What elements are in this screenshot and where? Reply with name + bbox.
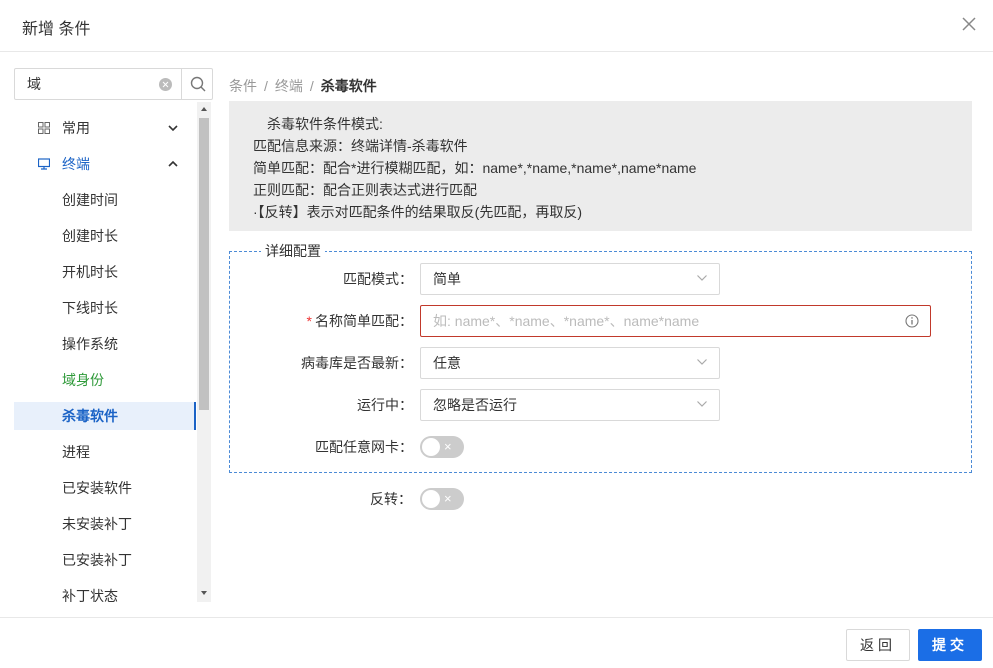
tree-group-label: 终端 [62, 156, 90, 172]
toggle-off-mark: × [444, 439, 452, 454]
tree-item-domain-identity[interactable]: 域身份 [14, 366, 196, 394]
match-mode-select[interactable]: 简单 [420, 263, 720, 295]
tree-item-installed-patches[interactable]: 已安装补丁 [14, 546, 196, 574]
info-line: 正则匹配：配合正则表达式进行匹配 [253, 182, 477, 198]
info-line: 简单匹配：配合*进行模糊匹配，如：name*,*name,*name*,name… [253, 160, 697, 176]
scroll-down-arrow-icon[interactable] [201, 591, 207, 595]
tree-item-missing-patches[interactable]: 未安装补丁 [14, 510, 196, 538]
close-icon[interactable] [959, 14, 979, 34]
condition-info-panel: 杀毒软件条件模式: 匹配信息来源：终端详情-杀毒软件 简单匹配：配合*进行模糊匹… [229, 101, 972, 231]
clear-search-icon[interactable] [159, 78, 172, 91]
search-icon [190, 76, 206, 92]
any-nic-label: 匹配任意网卡： [315, 439, 413, 455]
tree-group-terminal[interactable]: 终端 [14, 150, 196, 178]
name-match-input[interactable] [420, 305, 931, 337]
name-match-label: * 名称简单匹配： [233, 305, 413, 337]
tree-item-create-duration[interactable]: 创建时长 [14, 222, 196, 250]
breadcrumb-item[interactable]: 终端 [275, 78, 303, 94]
breadcrumb-current: 杀毒软件 [320, 78, 377, 94]
dialog-header: 新增 条件 [0, 0, 993, 52]
virus-db-label: 病毒库是否最新： [301, 355, 413, 371]
tree-search-box [14, 68, 213, 100]
tree-item-antivirus[interactable]: 杀毒软件 [14, 402, 196, 430]
breadcrumb-separator: / [264, 78, 268, 94]
match-mode-label: 匹配模式： [343, 271, 413, 287]
chevron-up-icon [168, 160, 178, 167]
name-match-label-text: 名称简单匹配： [315, 313, 413, 329]
dialog-footer: 返回 提交 [0, 617, 993, 668]
tree-item-process[interactable]: 进程 [14, 438, 196, 466]
chevron-down-icon [697, 401, 707, 407]
breadcrumb-separator: / [309, 78, 314, 94]
match-mode-value: 简单 [433, 271, 461, 287]
scroll-thumb[interactable] [199, 118, 209, 410]
info-line: 杀毒软件条件模式: [267, 116, 383, 132]
toggle-knob [422, 490, 440, 508]
virus-db-select[interactable]: 任意 [420, 347, 720, 379]
add-condition-dialog: 新增 条件 常用 [0, 0, 993, 668]
tree-item-installed-software[interactable]: 已安装软件 [14, 474, 196, 502]
grid-icon [38, 122, 50, 134]
breadcrumb: 条件 / 终端 / 杀毒软件 [229, 76, 377, 96]
search-button[interactable] [181, 69, 213, 99]
detail-config-fieldset: 详细配置 匹配模式： 简单 *名称简单匹配： 病毒库是否最新： 任意 运行中： … [229, 243, 972, 473]
info-line: ·【反转】表示对匹配条件的结果取反(先匹配，再取反) [253, 204, 582, 220]
info-icon[interactable] [905, 314, 919, 328]
chevron-down-icon [697, 275, 707, 281]
virus-db-value: 任意 [433, 355, 461, 371]
tree-item-offline-duration[interactable]: 下线时长 [14, 294, 196, 322]
chevron-down-icon [697, 359, 707, 365]
toggle-knob [422, 438, 440, 456]
toggle-off-mark: × [444, 491, 452, 506]
invert-label: 反转： [370, 491, 412, 507]
condition-tree-panel: 常用 终端 创建时间 创建时长 开机时长 下线时长 操作系统 域身份 [14, 68, 213, 602]
any-nic-toggle[interactable]: × [420, 436, 464, 458]
tree-item-patch-status[interactable]: 补丁状态 [14, 582, 196, 602]
running-label: 运行中： [357, 397, 413, 413]
back-button[interactable]: 返回 [846, 629, 910, 661]
required-mark: * [306, 313, 312, 329]
tree-scrollbar[interactable] [197, 102, 211, 602]
tree-item-boot-duration[interactable]: 开机时长 [14, 258, 196, 286]
tree-search-input[interactable] [15, 69, 181, 99]
chevron-down-icon [168, 125, 178, 132]
fieldset-legend: 详细配置 [261, 243, 325, 259]
scroll-up-arrow-icon[interactable] [201, 107, 207, 111]
info-line: 匹配信息来源：终端详情-杀毒软件 [253, 138, 468, 154]
tree-group-label: 常用 [62, 120, 90, 136]
running-value: 忽略是否运行 [433, 397, 517, 413]
tree-item-create-time[interactable]: 创建时间 [14, 186, 196, 214]
tree-group-common[interactable]: 常用 [14, 114, 196, 142]
breadcrumb-item[interactable]: 条件 [229, 78, 257, 94]
submit-button[interactable]: 提交 [918, 629, 982, 661]
invert-toggle[interactable]: × [420, 488, 464, 510]
condition-tree: 常用 终端 创建时间 创建时长 开机时长 下线时长 操作系统 域身份 杀毒软件 … [14, 110, 213, 602]
dialog-title: 新增 条件 [22, 21, 91, 38]
tree-item-os[interactable]: 操作系统 [14, 330, 196, 358]
running-select[interactable]: 忽略是否运行 [420, 389, 720, 421]
monitor-icon [38, 158, 50, 170]
